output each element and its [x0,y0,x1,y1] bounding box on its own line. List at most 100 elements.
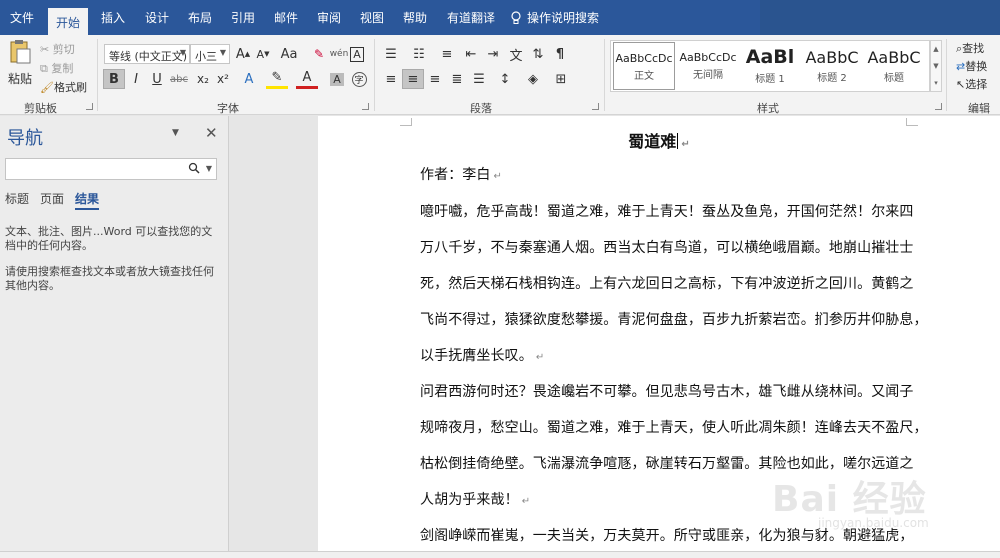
tab-help[interactable]: 帮助 [403,9,427,26]
superscript-label: x² [217,72,229,86]
line-text: 人胡为乎来哉！ [420,492,519,508]
underline-button[interactable]: U [146,69,168,89]
separator [946,39,947,111]
nav-tab-results[interactable]: 结果 [75,190,100,210]
watermark-text: Bai 经验 [772,479,927,520]
char-shading-label: A [330,72,344,86]
borders-icon[interactable]: ⊞ [550,69,572,89]
find-button[interactable]: ⌕查找 [956,40,984,56]
document-author: 作者：李白 ↵ [420,167,502,183]
line-text: 以手抚膺坐长叹。 [420,348,533,364]
title-area [760,0,1000,35]
paragraph-launcher[interactable] [592,103,599,110]
chinese-layout-icon[interactable]: 文 [505,44,527,64]
nav-help-text-1: 文本、批注、图片...Word 可以查找您的文档中的任何内容。 [5,225,213,252]
chevron-down-icon: ▼ [219,48,226,57]
style-sample: AaBbC [867,48,921,67]
clear-format-icon[interactable]: ✎ [308,44,330,64]
nav-tab-headings[interactable]: 标题 [5,190,29,207]
enclose-char-icon[interactable]: 字 [348,69,370,89]
tab-view[interactable]: 视图 [360,9,384,26]
sort-icon[interactable]: ⇅ [527,44,549,64]
font-name-combo[interactable]: 等线 (中文正文) ▼ [104,44,190,64]
subscript-label: x₂ [197,72,209,86]
nav-pane-title: 导航 [7,128,43,149]
nav-search-input[interactable]: ▼ [5,158,217,180]
font-name-value: 等线 (中文正文) [109,50,188,63]
tab-review[interactable]: 审阅 [317,9,341,26]
chevron-down-icon[interactable]: ▼ [206,164,212,173]
increase-indent-icon[interactable]: ⇥ [482,44,504,64]
author-text: 作者：李白 [420,167,491,183]
replace-button[interactable]: ⇄替换 [956,58,987,74]
justify-icon[interactable]: ≣ [446,69,468,89]
decrease-indent-icon[interactable]: ⇤ [460,44,482,64]
copy-button[interactable]: ⧉ 复制 [40,60,73,76]
cut-button[interactable]: ✂ 剪切 [40,41,75,57]
font-size-combo[interactable]: 小三 ▼ [190,44,230,64]
italic-button[interactable]: I [125,69,147,89]
italic-label: I [134,71,138,87]
distributed-icon[interactable]: ☰ [468,69,490,89]
styles-launcher[interactable] [935,103,942,110]
paste-button[interactable]: 粘贴 [6,39,34,93]
tab-youdao[interactable]: 有道翻译 [447,9,495,26]
nav-tab-pages[interactable]: 页面 [40,190,64,207]
superscript-button[interactable]: x² [212,69,234,89]
align-right-icon[interactable]: ≡ [424,69,446,89]
bullets-icon[interactable]: ☰ [380,44,402,64]
tell-me-search[interactable]: 操作说明搜索 [510,9,599,26]
styles-gallery-scroll[interactable]: ▲ ▼ ▾ [930,40,942,92]
shrink-font-button[interactable]: A ▼ [252,44,274,64]
font-launcher[interactable] [362,103,369,110]
highlight-button[interactable]: ✎ [266,69,288,89]
align-center-icon[interactable]: ≡ [402,69,424,89]
style-no-spacing[interactable]: AaBbCcDc 无间隔 [677,42,739,90]
font-size-value: 小三 [195,50,217,63]
strikethrough-button[interactable]: abc [168,69,190,89]
show-marks-icon[interactable]: ¶ [549,44,571,64]
tab-design[interactable]: 设计 [145,9,169,26]
align-left-icon[interactable]: ≡ [380,69,402,89]
multilevel-list-icon[interactable]: ≡ [436,44,458,64]
text-effects-icon[interactable]: A [238,69,260,89]
document-line: 以手抚膺坐长叹。 ↵ [420,348,545,364]
format-painter-button[interactable]: 🖌格式刷 [40,79,87,95]
search-icon[interactable] [188,162,200,176]
numbering-icon[interactable]: ☷ [408,44,430,64]
grow-font-button[interactable]: A ▲ [232,44,254,64]
tab-file[interactable]: 文件 [10,9,34,26]
strikethrough-label: abc [170,73,188,85]
close-icon[interactable]: ✕ [205,124,218,142]
ribbon-tab-bar: 文件 开始 插入 设计 布局 引用 邮件 审阅 视图 帮助 有道翻译 操作说明搜… [0,0,1000,35]
change-case-button[interactable]: Aa [276,44,302,64]
subscript-button[interactable]: x₂ [192,69,214,89]
select-button[interactable]: ↖选择 [956,76,987,92]
paragraph-group-label: 段落 [470,102,492,115]
style-title[interactable]: AaBbC 标题 [863,42,925,90]
chevron-down-icon[interactable]: ▼ [172,128,179,138]
tab-mailings[interactable]: 邮件 [274,9,298,26]
style-name: 正文 [634,71,654,82]
line-spacing-icon[interactable]: ↕ [494,69,516,89]
tab-insert[interactable]: 插入 [101,9,125,26]
document-line: 问君西游何时还？畏途巉岩不可攀。但见悲鸟号古木，雄飞雌从绕林间。又闻子 [420,384,914,400]
shading-icon[interactable]: ◈ [522,69,544,89]
tab-layout[interactable]: 布局 [188,9,212,26]
font-color-button[interactable]: A [296,69,318,89]
tab-references[interactable]: 引用 [231,9,255,26]
style-heading-2[interactable]: AaBbC 标题 2 [801,42,863,90]
replace-label: 替换 [965,60,988,73]
clipboard-launcher[interactable] [86,103,93,110]
shrink-font-label: A [256,47,265,61]
char-shading-button[interactable]: A [326,69,348,89]
editing-group-label: 编辑 [968,102,990,115]
char-border-icon[interactable]: A [346,44,368,64]
bold-button[interactable]: B [103,69,125,89]
cut-label: 剪切 [52,43,75,56]
style-heading-1[interactable]: AaBl 标题 1 [739,42,801,90]
style-normal[interactable]: AaBbCcDc 正文 [613,42,675,90]
lightbulb-icon [511,11,521,24]
tab-home[interactable]: 开始 [48,8,89,35]
text-cursor [677,133,679,149]
